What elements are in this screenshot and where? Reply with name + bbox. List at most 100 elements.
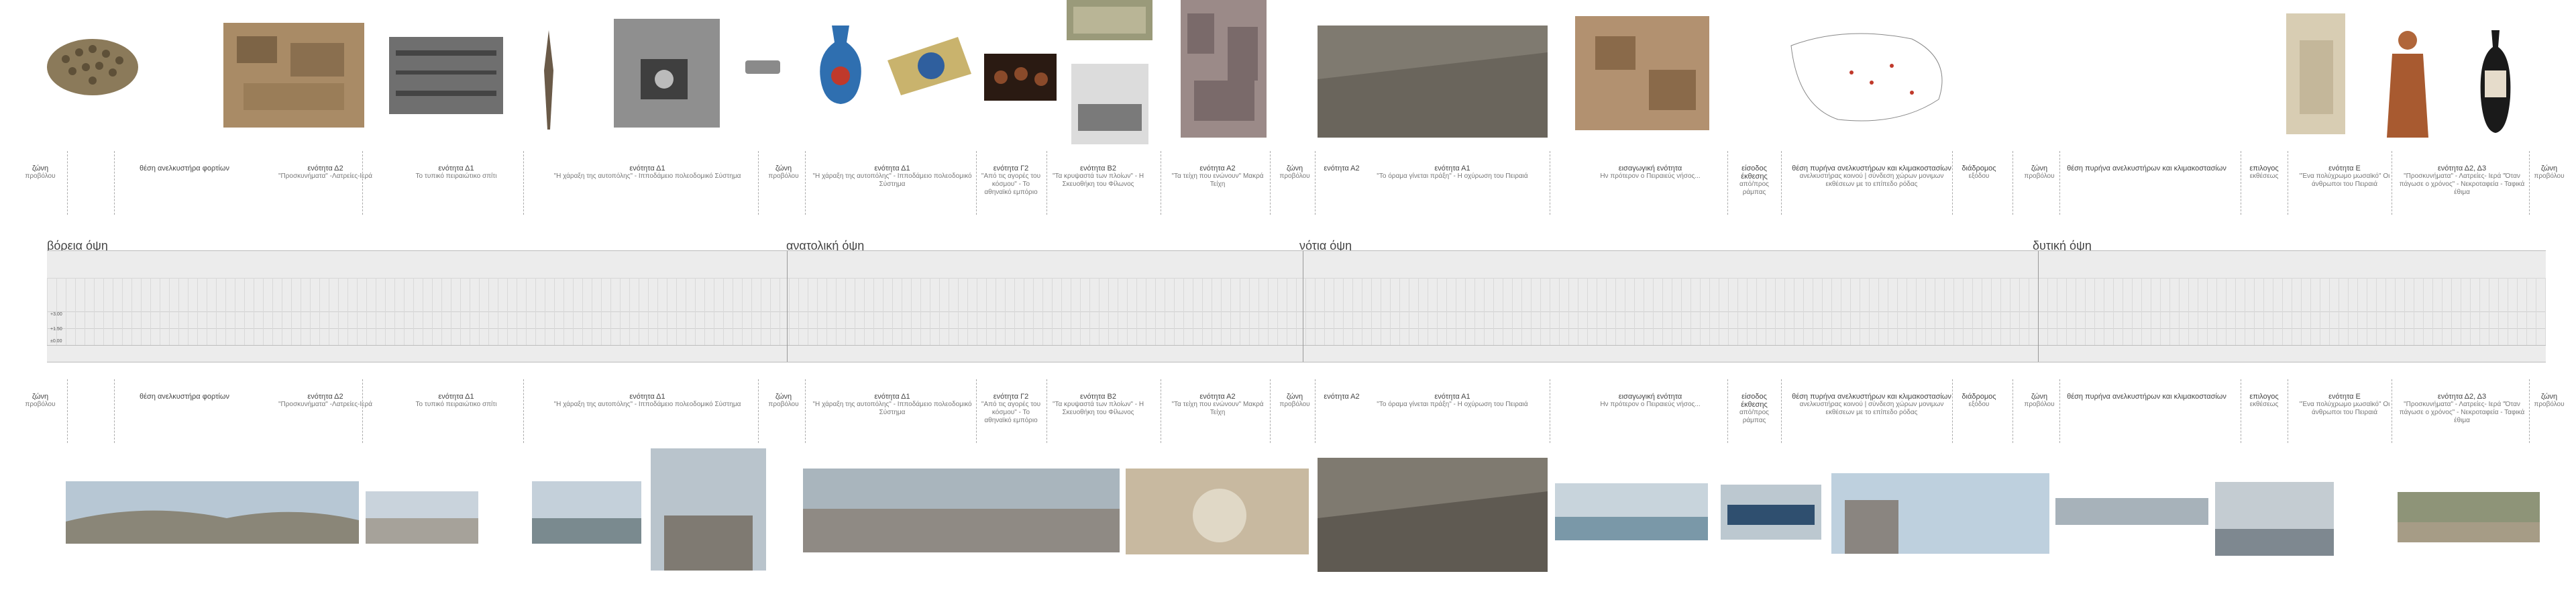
segment-title: θέση πυρήνα ανελκυστήρων και κλιμακοστασ… xyxy=(1792,393,1951,401)
elevation-panel-line xyxy=(1493,278,1494,345)
segment-title: ενότητα Δ1 xyxy=(438,164,474,173)
top-segment-label: ενότητα Δ2 "Προσκυνήματα" -Λατρείες-Ιερά xyxy=(258,164,392,181)
elevation-panel-line xyxy=(2545,278,2546,345)
city-map-image xyxy=(1778,19,1959,133)
elevation-panel-line xyxy=(1183,278,1184,345)
elevation-panel-line xyxy=(1465,278,1466,345)
top-segment-label: ενότητα Δ1 Το τυπικό πειραιώτικο σπίτι xyxy=(382,164,530,181)
elevation-panel-line xyxy=(2479,278,2480,345)
elevation-panel-line xyxy=(2423,278,2424,345)
food-items-image xyxy=(984,54,1057,101)
elevation-panel-line xyxy=(2188,278,2189,345)
elevation-panel-line xyxy=(1803,278,1804,345)
segment-title: επιλογος xyxy=(2249,393,2279,401)
elevation-panel-line xyxy=(986,278,987,345)
segment-title: ζώνη xyxy=(775,393,792,401)
elevation-panel-line xyxy=(310,278,311,345)
elevation-panel-line xyxy=(1221,278,1222,345)
elevation-panel-line xyxy=(394,278,395,345)
segment-title: ενότητα Δ1 xyxy=(438,393,474,401)
excavation-trench-image xyxy=(1575,16,1709,130)
elevation-panel-line xyxy=(2395,278,2396,345)
city-tower-view-image xyxy=(651,448,766,571)
top-segment-label: θέση πυρήνα ανελκυστήρων και κλιμακοστασ… xyxy=(1784,164,1959,189)
top-segment-divider xyxy=(1952,151,1953,215)
elevation-panel-line xyxy=(357,278,358,345)
painted-plate-image xyxy=(888,37,971,95)
segment-title: θέση πυρήνα ανελκυστήρων και κλιμακοστασ… xyxy=(2067,393,2226,401)
elevation-panel-line xyxy=(1822,278,1823,345)
segment-subtitle: Ην πρότερον ο Πειραιεύς νήσος... xyxy=(1600,401,1701,408)
segment-subtitle: Το τυπικό πειραιώτικο σπίτι xyxy=(415,401,497,408)
small-object-image xyxy=(745,60,780,74)
port-aerial-image xyxy=(803,469,1120,552)
level-label-top: +3.00 xyxy=(50,312,62,317)
segment-subtitle: "Τα κρυψαστά των πλοίων" - Η Σκευοθήκη τ… xyxy=(1052,401,1144,416)
top-segment-label: ζώνη προβόλου xyxy=(2529,164,2569,181)
segment-subtitle: από/προς ράμπας xyxy=(1739,181,1769,196)
bottom-segment-divider xyxy=(1781,379,1782,443)
segment-title: ζώνη xyxy=(2540,164,2558,173)
elevation-panel-line xyxy=(131,278,132,345)
elevation-panel-line xyxy=(1690,278,1691,345)
elevation-panel-line xyxy=(554,278,555,345)
segment-subtitle: προβόλου xyxy=(25,401,56,408)
elevation-panel-line xyxy=(94,278,95,345)
segment-subtitle: προβόλου xyxy=(768,401,799,408)
elevation-panel-line xyxy=(1399,278,1400,345)
top-segment-divider xyxy=(362,151,363,215)
elevation-panel-line xyxy=(2263,278,2264,345)
elevation-panel-line xyxy=(892,278,893,345)
bottom-segment-divider xyxy=(2529,379,2530,443)
top-segment-label: ζώνη προβόλου xyxy=(20,164,60,181)
bottom-segment-label: ενότητα Δ2 "Προσκυνήματα" -Λατρείες-Ιερά xyxy=(258,393,392,409)
elevation-panel-line xyxy=(2216,278,2217,345)
elevation-panel-line xyxy=(911,278,912,345)
elevation-panel-line xyxy=(1540,278,1541,345)
segment-subtitle: εκθέσεως xyxy=(2249,173,2279,180)
bottom-segment-label: διάδρομος εξόδου xyxy=(1959,393,1999,409)
elevation-panel-line xyxy=(610,278,611,345)
elevation-panel-line xyxy=(1352,278,1353,345)
excavation-bw-image xyxy=(614,19,720,128)
elevation-panel-line xyxy=(347,278,348,345)
segment-title: ζώνη xyxy=(1286,164,1303,173)
elevation-panel-line xyxy=(366,278,367,345)
elevation-panel-line xyxy=(742,278,743,345)
relief-sculpture-image xyxy=(2286,13,2345,134)
bottom-segment-divider xyxy=(2012,379,2013,443)
elevation-panel-line xyxy=(845,278,846,345)
segment-title: ενότητα Γ2 xyxy=(993,393,1029,401)
segment-title: ενότητα Γ2 xyxy=(993,164,1029,173)
elevation-panel-line xyxy=(1484,278,1485,345)
elevation-panel-line xyxy=(2385,278,2386,345)
elevation-panel-line xyxy=(1531,278,1532,345)
elevation-panel-line xyxy=(75,278,76,345)
elevation-panel-line xyxy=(1249,278,1250,345)
pottery-heap-image xyxy=(47,39,138,95)
elevation-panel-line xyxy=(216,278,217,345)
elevation-panel-line xyxy=(958,278,959,345)
elevation-panel-line xyxy=(1296,278,1297,345)
elevation-panel-line xyxy=(723,278,724,345)
elevation-drawing xyxy=(47,250,2546,362)
top-image-row xyxy=(0,0,2576,144)
elevation-panel-line xyxy=(2498,278,2499,345)
port-cranes-image xyxy=(2215,482,2334,556)
elevation-panel-line xyxy=(1831,278,1832,345)
figurine-image xyxy=(2387,31,2428,138)
elevation-panel-line xyxy=(2432,278,2433,345)
segment-title: επιλογος xyxy=(2249,164,2279,173)
bottom-segment-label: ενότητα Β2 "Τα κρυψαστά των πλοίων" - Η Σ… xyxy=(1051,393,1145,417)
elevation-panel-line xyxy=(1080,278,1081,345)
elevation-panel-line xyxy=(1709,278,1710,345)
segment-title: ενότητα Δ1 xyxy=(629,393,665,401)
top-segment-label: επιλογος εκθέσεως xyxy=(2241,164,2288,181)
elevation-panel-line xyxy=(1756,278,1757,345)
segment-subtitle: ανελκυστήρας κοινού | σύνδεση χώρων μονι… xyxy=(1799,401,1944,416)
elevation-panel-line xyxy=(197,278,198,345)
top-segment-divider xyxy=(2012,151,2013,215)
elevation-panel-line xyxy=(1230,278,1231,345)
elevation-panel-line xyxy=(1521,278,1522,345)
bottom-segment-label: ζώνη προβόλου xyxy=(1275,393,1315,409)
